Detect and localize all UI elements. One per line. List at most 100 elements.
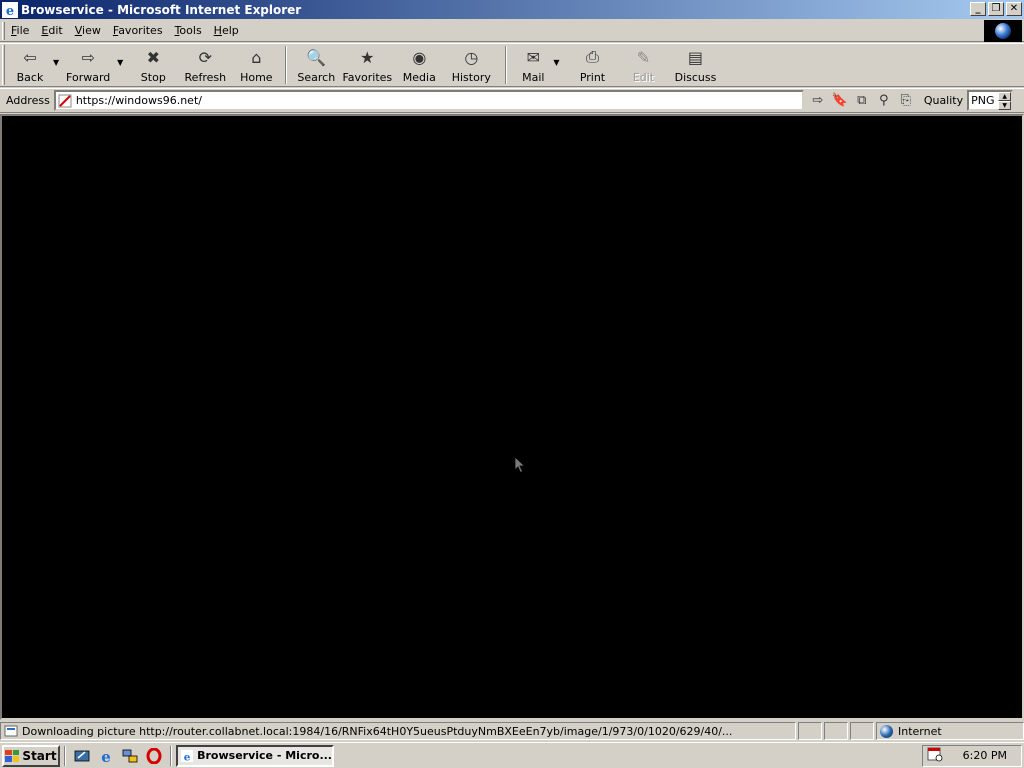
address-label: Address xyxy=(6,94,50,107)
start-button[interactable]: Start xyxy=(2,744,60,767)
clock[interactable]: 6:20 PM xyxy=(963,749,1007,762)
status-bar: Downloading picture http://router.collab… xyxy=(0,721,1024,741)
refresh-label: Refresh xyxy=(184,71,227,84)
forward-label: Forward xyxy=(66,71,111,84)
page-loading-icon xyxy=(4,725,18,737)
search-button[interactable]: 🔍 Search xyxy=(293,44,339,86)
refresh-icon: ⟳ xyxy=(198,47,213,67)
activity-throbber xyxy=(984,20,1022,42)
media-icon: ◉ xyxy=(412,47,427,67)
window-controls: _ ❐ ✕ xyxy=(968,2,1022,16)
print-button[interactable]: ⎙ Print xyxy=(567,44,617,86)
start-label: Start xyxy=(22,748,57,763)
go-arrow-icon[interactable]: ⇨ xyxy=(808,91,828,111)
menu-help[interactable]: Help xyxy=(208,24,245,37)
window-title: Browservice - Microsoft Internet Explore… xyxy=(21,2,302,17)
quality-spinner[interactable]: ▲ ▼ xyxy=(998,92,1012,110)
network-icon[interactable] xyxy=(121,747,139,765)
discuss-icon: ▤ xyxy=(687,47,704,67)
taskbar: Start e e Browservice - Micro... 6:20 PM xyxy=(0,742,1024,768)
svg-text:e: e xyxy=(101,748,111,764)
favorites-label: Favorites xyxy=(342,71,393,84)
find-binoculars-icon[interactable]: ⚲ xyxy=(874,91,894,111)
status-message: Downloading picture http://router.collab… xyxy=(0,722,796,740)
quicklaunch-separator xyxy=(64,745,66,766)
forward-button[interactable]: ⇨ Forward xyxy=(59,44,117,86)
close-button[interactable]: ✕ xyxy=(1006,2,1022,16)
internet-zone-icon xyxy=(880,724,893,738)
page-viewport[interactable] xyxy=(0,114,1024,720)
menu-view[interactable]: View xyxy=(69,24,107,37)
history-button[interactable]: ◷ History xyxy=(443,44,499,86)
menu-edit[interactable]: Edit xyxy=(35,24,68,37)
favorites-button[interactable]: ★ Favorites xyxy=(339,44,395,86)
home-button[interactable]: ⌂ Home xyxy=(233,44,279,86)
discuss-button[interactable]: ▤ Discuss xyxy=(669,44,721,86)
zone-label: Internet xyxy=(898,724,942,738)
edit-label: Edit xyxy=(632,71,655,84)
history-label: History xyxy=(451,71,491,84)
windows-logo-icon xyxy=(5,749,20,762)
forward-arrow-icon: ⇨ xyxy=(81,47,95,67)
refresh-button[interactable]: ⟳ Refresh xyxy=(177,44,233,86)
edit-icon: ✎ xyxy=(636,47,651,67)
menu-file[interactable]: File xyxy=(5,24,35,37)
address-input[interactable] xyxy=(75,94,802,107)
spin-down-button[interactable]: ▼ xyxy=(998,101,1012,110)
stop-label: Stop xyxy=(140,71,166,84)
internet-explorer-icon[interactable]: e xyxy=(97,747,115,765)
mail-icon: ✉ xyxy=(526,47,541,67)
show-desktop-icon[interactable] xyxy=(73,747,91,765)
mail-dropdown-arrow[interactable]: ▼ xyxy=(553,58,559,67)
menu-favorites[interactable]: Favorites xyxy=(107,24,169,37)
quality-select[interactable]: PNG ▲ ▼ xyxy=(967,90,1014,111)
menu-tools[interactable]: Tools xyxy=(169,24,208,37)
mail-label: Mail xyxy=(522,71,545,84)
status-text: Downloading picture http://router.collab… xyxy=(22,724,733,738)
edit-button: ✎ Edit xyxy=(617,44,669,86)
opera-icon[interactable] xyxy=(145,747,163,765)
home-icon: ⌂ xyxy=(251,47,262,67)
mouse-cursor-icon xyxy=(514,456,526,474)
mail-button[interactable]: ✉ Mail xyxy=(513,44,553,86)
forward-dropdown-arrow[interactable]: ▼ xyxy=(117,58,123,67)
taskbar-separator xyxy=(170,745,172,766)
quality-value: PNG xyxy=(971,94,995,107)
search-label: Search xyxy=(297,71,336,84)
minimize-button[interactable]: _ xyxy=(970,2,986,16)
address-tools: ⇨ 🔖 ⧉ ⚲ ⎘ xyxy=(808,91,918,111)
toolbar-grip[interactable] xyxy=(2,45,5,85)
media-button[interactable]: ◉ Media xyxy=(395,44,443,86)
status-pane xyxy=(798,722,822,740)
stop-button[interactable]: ✖ Stop xyxy=(129,44,177,86)
quality-label: Quality xyxy=(923,94,964,107)
system-tray: 6:20 PM xyxy=(922,744,1022,767)
ie-task-icon: e xyxy=(181,749,194,763)
back-arrow-icon: ⇦ xyxy=(23,47,37,67)
toolbar-separator xyxy=(285,46,288,84)
search-icon: 🔍 xyxy=(306,47,327,67)
status-pane xyxy=(850,722,874,740)
copy-icon[interactable]: ⎘ xyxy=(896,91,916,111)
menu-bar: File Edit View Favorites Tools Help xyxy=(0,20,1024,42)
clipboard-icon[interactable]: ⧉ xyxy=(852,91,872,111)
address-field-wrap[interactable] xyxy=(53,90,804,111)
svg-text:e: e xyxy=(6,4,14,18)
printer-icon: ⎙ xyxy=(586,47,599,66)
security-zone[interactable]: Internet xyxy=(876,722,1024,740)
back-button[interactable]: ⇦ Back xyxy=(7,44,53,86)
bookmark-icon[interactable]: 🔖 xyxy=(830,91,850,111)
toolbar-separator xyxy=(505,46,508,84)
print-label: Print xyxy=(579,71,606,84)
home-label: Home xyxy=(240,71,273,84)
history-icon: ◷ xyxy=(464,47,479,67)
tray-calendar-icon[interactable] xyxy=(927,746,943,765)
globe-icon xyxy=(995,23,1011,39)
favorites-folder-icon: ★ xyxy=(360,47,375,67)
spin-up-button[interactable]: ▲ xyxy=(998,92,1012,101)
task-button-browservice[interactable]: e Browservice - Micro... xyxy=(176,744,334,767)
restore-button[interactable]: ❐ xyxy=(988,2,1004,16)
discuss-label: Discuss xyxy=(674,71,717,84)
page-icon xyxy=(58,94,72,107)
title-bar[interactable]: e Browservice - Microsoft Internet Explo… xyxy=(0,0,1024,19)
